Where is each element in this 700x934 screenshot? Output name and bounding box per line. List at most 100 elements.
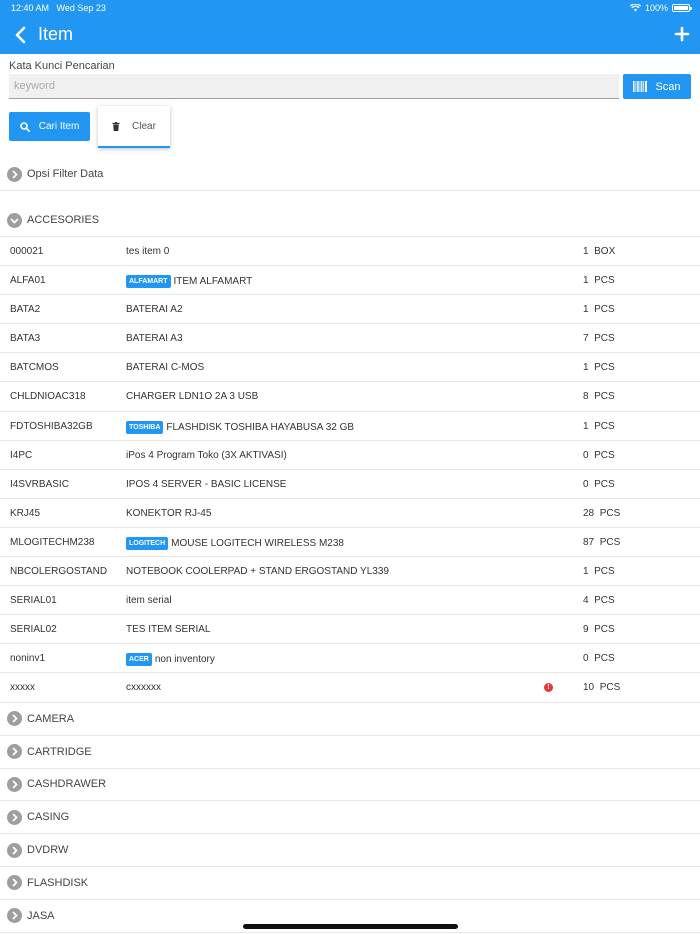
brand-badge: LOGITECH [126, 536, 169, 550]
item-name-cell: TOSHIBA FLASHDISK TOSHIBA HAYABUSA 32 GB [126, 420, 355, 434]
item-name: CHARGER LDN1O 2A 3 USB [126, 391, 259, 403]
item-name: FLASHDISK TOSHIBA HAYABUSA 32 GB [166, 421, 355, 433]
item-code: xxxxx [10, 682, 35, 694]
item-quantity: 1 PCS [583, 275, 615, 287]
item-code: SERIAL01 [10, 595, 57, 607]
item-name-cell: BATERAI A2 [126, 304, 183, 315]
item-name: IPOS 4 SERVER - BASIC LICENSE [126, 478, 287, 490]
item-code: CHLDNIOAC318 [10, 391, 86, 403]
group-name: CARTRIDGE [27, 745, 92, 758]
chevron-left-icon[interactable] [12, 25, 30, 45]
item-name: tes item 0 [126, 246, 170, 257]
chevron-down-icon [7, 212, 22, 228]
item-name-cell: ALFAMART ITEM ALFAMART [126, 275, 253, 289]
item-name-cell: NOTEBOOK COOLERPAD + STAND ERGOSTAND YL3… [126, 566, 389, 577]
item-name: KONEKTOR RJ-45 [126, 507, 212, 519]
search-icon [19, 121, 30, 132]
item-row[interactable]: noninv1 ACER non inventory 0 PCS [0, 644, 700, 674]
group-header-cartridge[interactable]: CARTRIDGE [0, 736, 700, 769]
item-row[interactable]: MLOGITECHM238 LOGITECH MOUSE LOGITECH WIRE… [0, 528, 700, 558]
chevron-right-icon [7, 744, 22, 760]
item-row[interactable]: BATA3 BATERAI A3 7 PCS [0, 324, 700, 354]
item-code: I4SVRBASIC [10, 478, 69, 490]
search-input[interactable] [9, 74, 619, 99]
category-list: CAMERA CARTRIDGE CASHDRAWER CASING DVDRW FLAS… [0, 703, 700, 933]
plus-icon[interactable] [674, 26, 690, 42]
filter-options-label: Opsi Filter Data [27, 168, 104, 180]
item-quantity: 10 PCS [583, 682, 621, 694]
item-name-cell: cxxxxxx [126, 682, 161, 693]
item-quantity: 87 PCS [583, 536, 621, 548]
item-code: BATA2 [10, 304, 41, 316]
filter-options-toggle[interactable]: Opsi Filter Data [0, 158, 700, 191]
item-name: NOTEBOOK COOLERPAD + STAND ERGOSTAND YL3… [126, 566, 389, 578]
group-header-dvdrw[interactable]: DVDRW [0, 834, 700, 867]
status-right: 100% [629, 3, 692, 13]
item-quantity: 4 PCS [583, 595, 615, 607]
chevron-right-icon [7, 166, 22, 182]
item-row[interactable]: KRJ45 KONEKTOR RJ-45 28 PCS [0, 499, 700, 528]
item-name-cell: LOGITECH MOUSE LOGITECH WIRELESS M238 [126, 536, 344, 550]
item-row[interactable]: BATA2 BATERAI A2 1 PCS [0, 295, 700, 325]
item-name-cell: BATERAI A3 [126, 333, 183, 344]
group-header-camera[interactable]: CAMERA [0, 703, 700, 736]
clear-button[interactable]: Clear [98, 106, 170, 148]
item-row[interactable]: I4PC iPos 4 Program Toko (3X AKTIVASI) 0 P… [0, 441, 700, 470]
item-quantity: 0 PCS [583, 449, 615, 461]
item-code: 000021 [10, 246, 44, 257]
item-row[interactable]: 000021 tes item 0 1 BOX [0, 237, 700, 267]
chevron-right-icon [7, 908, 22, 924]
group-name: CAMERA [27, 712, 75, 725]
item-row[interactable]: I4SVRBASIC IPOS 4 SERVER - BASIC LICENSE 0… [0, 470, 700, 499]
group-header-accesories[interactable]: ACCESORIES [0, 204, 700, 237]
item-quantity: 1 BOX [583, 246, 616, 257]
item-code: KRJ45 [10, 507, 41, 519]
item-name: iPos 4 Program Toko (3X AKTIVASI) [126, 449, 287, 461]
item-name: MOUSE LOGITECH WIRELESS M238 [171, 537, 344, 549]
item-name-cell: KONEKTOR RJ-45 [126, 508, 211, 519]
item-quantity: 1 PCS [583, 362, 615, 374]
item-name: ITEM ALFAMART [173, 276, 253, 288]
item-row[interactable]: SERIAL02 TES ITEM SERIAL 9 PCS [0, 615, 700, 645]
group-header-casing[interactable]: CASING [0, 801, 700, 835]
search-label: Kata Kunci Pencarian [9, 60, 115, 72]
chevron-right-icon [7, 776, 22, 792]
item-name-cell: item serial [126, 595, 172, 606]
item-code: BATCMOS [10, 362, 59, 374]
item-row[interactable]: NBCOLERGOSTAND NOTEBOOK COOLERPAD + STAND… [0, 557, 700, 587]
item-list: 000021 tes item 0 1 BOX ALFA01 ALFAMART ITEM … [0, 237, 700, 703]
item-row[interactable]: SERIAL01 item serial 4 PCS [0, 586, 700, 616]
brand-badge: ACER [126, 653, 152, 667]
battery-percent: 100% [644, 3, 668, 13]
brand-badge: TOSHIBA [126, 420, 164, 434]
search-items-button[interactable]: Cari Item [9, 112, 90, 141]
item-row[interactable]: BATCMOS BATERAI C-MOS 1 PCS [0, 353, 700, 383]
group-name: FLASHDISK [27, 876, 89, 889]
item-row[interactable]: FDTOSHIBA32GB TOSHIBA FLASHDISK TOSHIBA HA… [0, 412, 700, 441]
trash-icon [112, 121, 120, 131]
group-header-cashdrawer[interactable]: CASHDRAWER [0, 769, 700, 802]
status-time: 12:40 AM Wed Sep 23 [11, 3, 106, 13]
scan-button[interactable]: Scan [623, 74, 691, 99]
item-name: BATERAI C-MOS [126, 362, 205, 374]
chevron-right-icon [7, 711, 22, 727]
group-name: ACCESORIES [27, 214, 100, 226]
item-row[interactable]: CHLDNIOAC318 CHARGER LDN1O 2A 3 USB 8 PCS [0, 382, 700, 412]
item-name-cell: iPos 4 Program Toko (3X AKTIVASI) [126, 450, 287, 461]
item-row[interactable]: ALFA01 ALFAMART ITEM ALFAMART 1 PCS [0, 266, 700, 296]
group-header-flashdisk[interactable]: FLASHDISK [0, 867, 700, 900]
clear-label: Clear [132, 120, 156, 132]
scan-label: Scan [655, 80, 681, 93]
item-row[interactable]: xxxxx cxxxxxx! 10 PCS [0, 673, 700, 703]
item-quantity: 1 PCS [583, 304, 615, 316]
item-name: TES ITEM SERIAL [126, 624, 211, 636]
chevron-right-icon [7, 875, 22, 891]
item-code: noninv1 [10, 653, 46, 665]
item-code: ALFA01 [10, 275, 46, 287]
status-bar: 12:40 AM Wed Sep 23 100% [0, 0, 700, 16]
item-code: MLOGITECHM238 [10, 536, 95, 548]
battery-icon [672, 4, 692, 12]
wifi-icon [629, 4, 641, 12]
group-name: DVDRW [27, 844, 69, 857]
item-name-cell: BATERAI C-MOS [126, 362, 204, 373]
